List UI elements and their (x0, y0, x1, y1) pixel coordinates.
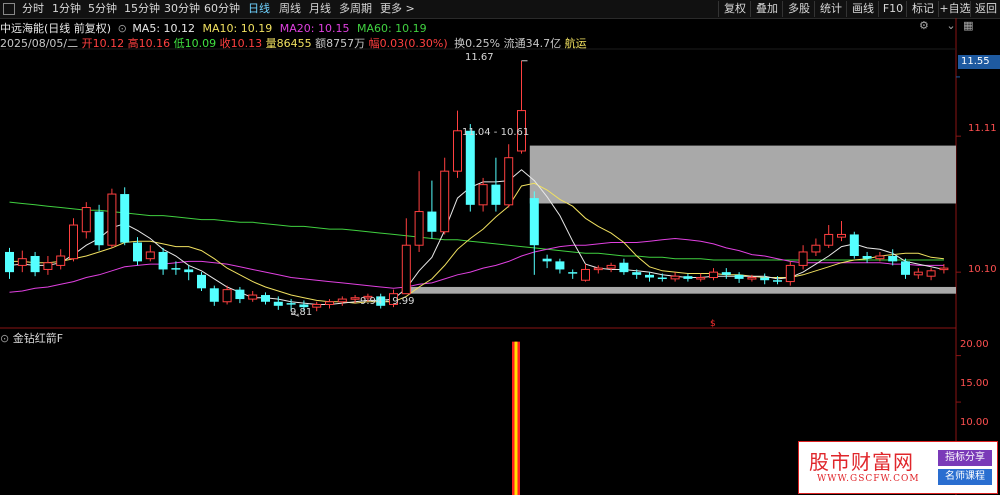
chart-frame (0, 18, 957, 495)
zone-lower-label: 9.94 - 9.99 (360, 296, 415, 307)
candle-up (593, 267, 603, 271)
axis-tick-label: 11.11 (968, 123, 997, 134)
indicator-name: 金钻红箭F (12, 332, 64, 345)
candle-down (683, 276, 693, 279)
candle-up (248, 294, 258, 300)
candle-down (542, 258, 552, 262)
candle-down (734, 274, 744, 279)
candle-down (888, 255, 898, 262)
kline-chart[interactable]: $ (0, 0, 1000, 495)
candle-up (709, 271, 718, 279)
candle-up (81, 207, 91, 233)
candle-up (453, 130, 462, 172)
zone-upper-label: 11.04 - 10.61 (462, 127, 530, 138)
candle-up (107, 193, 117, 246)
candle-down (491, 184, 501, 205)
candle-up (478, 184, 488, 206)
candle-up (350, 297, 360, 300)
candle-up (747, 277, 757, 280)
candle-up (670, 275, 680, 280)
candle-up (926, 270, 936, 277)
candle-down (197, 274, 206, 289)
candle-up (69, 224, 78, 260)
zone-upper (529, 145, 956, 204)
candle-up (145, 251, 155, 260)
candle-down (30, 255, 40, 273)
candle-down (94, 211, 104, 246)
dollar-marker: $ (710, 319, 716, 329)
candle-up (811, 244, 821, 253)
watermark-url: WWW.GSCFW.COM (817, 474, 920, 484)
indicator-toggle-icon[interactable]: ⊙ (0, 332, 9, 345)
axis-tick-label: 20.00 (960, 339, 989, 350)
candle-up (17, 258, 27, 266)
current-price-label: 11.55 (958, 55, 1000, 69)
watermark-logo: 股市财富网 WWW.GSCFW.COM 指标分享 名师课程 (798, 441, 998, 494)
axis-tick-label: 10.00 (960, 417, 989, 428)
axis-tick-label: 15.00 (960, 378, 989, 389)
watermark-tag-share: 指标分享 (938, 450, 992, 466)
candle-down (773, 280, 782, 282)
candle-down (209, 288, 219, 302)
candle-up (440, 170, 450, 233)
candle-up (785, 264, 795, 283)
price-axis (956, 76, 961, 273)
candle-down (721, 272, 731, 275)
candle-down (235, 289, 245, 300)
candle-down (133, 242, 142, 262)
candle-up (325, 301, 334, 305)
candle-down (645, 274, 654, 278)
candle-down (158, 251, 168, 270)
candle-down (5, 251, 14, 273)
candle-down (286, 303, 296, 305)
candle-down (632, 272, 642, 275)
candle-up (939, 267, 949, 271)
candle-down (657, 277, 667, 280)
candle-down (120, 194, 130, 243)
candle-up (696, 277, 706, 280)
candle-up (56, 255, 66, 266)
candle-up (312, 303, 322, 308)
candle-down (862, 255, 872, 259)
candle-down (619, 262, 629, 273)
candle-up (43, 262, 53, 270)
low-annotation: 9.81 (290, 307, 313, 318)
candle-up (401, 244, 411, 295)
candle-up (798, 251, 808, 266)
ma60-line (9, 201, 944, 261)
candle-down (184, 269, 194, 273)
candle-down (273, 301, 283, 306)
candle-up (222, 289, 232, 303)
candle-up (414, 211, 424, 246)
candle-up (606, 264, 616, 269)
candle-up (581, 268, 590, 281)
candle-down (427, 211, 437, 232)
high-annotation: 11.67 (465, 52, 494, 63)
candle-up (337, 298, 347, 303)
candle-up (913, 271, 923, 276)
candle-up (875, 255, 885, 260)
watermark-main: 股市财富网 (809, 450, 914, 474)
candle-down (849, 234, 859, 256)
candle-down (555, 261, 565, 270)
candle-up (837, 233, 846, 238)
zone-lower (401, 286, 956, 294)
candle-down (171, 268, 181, 270)
candle-down (465, 130, 475, 205)
candle-down (261, 295, 270, 302)
candle-down (568, 272, 578, 274)
price-zones (401, 145, 956, 294)
candle-down (760, 277, 770, 281)
indicator-title: ⊙ 金钻红箭F (0, 330, 63, 346)
watermark-tag-course: 名师课程 (938, 469, 992, 485)
candle-up (504, 157, 514, 206)
candle-down (901, 261, 910, 275)
indicator-yellow-bar (514, 341, 518, 495)
axis-tick-label: 10.10 (968, 264, 997, 275)
candle-down (529, 198, 539, 246)
candle-up (824, 233, 834, 246)
